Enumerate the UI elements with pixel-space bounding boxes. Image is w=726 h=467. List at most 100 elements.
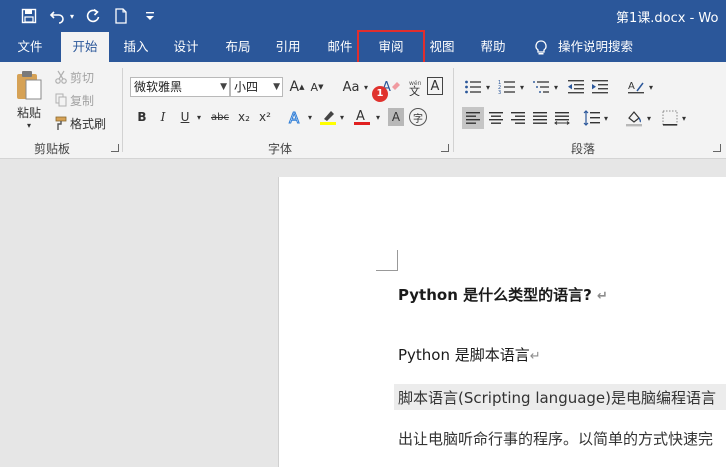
doc-heading-text: Python 是什么类型的语言? (398, 286, 592, 304)
paragraph-group-label: 段落 (571, 142, 596, 156)
phonetic-guide-icon[interactable]: wén 文 (406, 77, 422, 97)
svg-text:文: 文 (409, 84, 420, 96)
borders-dropdown-icon[interactable]: ▾ (680, 107, 688, 129)
strikethrough-button[interactable]: abc (209, 108, 231, 126)
character-border-button[interactable]: A (427, 77, 443, 95)
change-case-dropdown-icon[interactable]: ▾ (362, 77, 370, 97)
font-dialog-launcher[interactable] (441, 144, 449, 152)
tab-design[interactable]: 设计 (167, 32, 205, 62)
format-painter-button[interactable]: 格式刷 (70, 115, 110, 131)
font-color-icon[interactable]: A (352, 107, 372, 127)
bold-button[interactable]: B (134, 108, 150, 126)
format-painter-icon (54, 115, 68, 131)
ribbon-home: 粘贴 ▾ 剪切 复制 格式刷 剪贴板 微软雅黑 ▼ 小四 ▼ A ▲ A ▼ Aa … (0, 62, 726, 159)
svg-text:A: A (356, 109, 365, 124)
redo-icon[interactable] (84, 6, 102, 26)
tab-layout[interactable]: 布局 (219, 32, 257, 62)
paragraph-mark: ↵ (529, 349, 541, 364)
doc-paragraph[interactable]: 脚本语言(Scripting language)是电脑编程语言 (398, 387, 716, 408)
shading-icon[interactable] (624, 107, 644, 129)
cut-icon (54, 69, 68, 85)
subscript-button[interactable]: x₂ (235, 108, 253, 126)
doc-heading[interactable]: Python 是什么类型的语言? ↵ (398, 284, 608, 305)
text-effects-icon[interactable]: A (286, 107, 306, 127)
tab-insert[interactable]: 插入 (117, 32, 155, 62)
font-name-combo[interactable]: 微软雅黑 ▼ (130, 77, 230, 97)
font-size-value: 小四 (234, 80, 259, 94)
copy-icon (54, 92, 68, 108)
document-title: 第1课.docx - Wo (616, 11, 719, 26)
chevron-down-icon[interactable]: ▼ (273, 78, 280, 96)
review-tab-highlight (357, 30, 425, 64)
doc-paragraph[interactable]: Python 是脚本语言↵ (398, 344, 541, 365)
chinese-layout-dropdown-icon[interactable]: ▾ (647, 77, 655, 97)
tab-references[interactable]: 引用 (269, 32, 307, 62)
chinese-layout-icon[interactable]: A (626, 77, 646, 97)
tab-help[interactable]: 帮助 (474, 32, 512, 62)
underline-button[interactable]: U (177, 108, 193, 126)
change-case-button[interactable]: Aa (338, 77, 364, 97)
font-name-value: 微软雅黑 (134, 80, 183, 94)
font-size-combo[interactable]: 小四 ▼ (230, 77, 283, 97)
chevron-down-icon[interactable]: ▼ (220, 78, 227, 96)
copy-button[interactable]: 复制 (70, 92, 100, 108)
bullets-dropdown-icon[interactable]: ▾ (484, 77, 492, 97)
document-page[interactable] (278, 177, 726, 467)
align-center-icon[interactable] (486, 107, 506, 129)
paste-dropdown-icon[interactable]: ▾ (22, 120, 36, 130)
svg-text:A: A (289, 109, 300, 126)
customize-icon[interactable] (143, 6, 157, 26)
shrink-font-icon[interactable]: A ▼ (309, 77, 325, 97)
decrease-indent-icon[interactable] (566, 77, 586, 97)
distributed-icon[interactable] (552, 107, 572, 129)
paragraph-mark: ↵ (597, 289, 608, 304)
cut-button[interactable]: 剪切 (70, 69, 100, 85)
align-right-icon[interactable] (508, 107, 528, 129)
highlighter-dropdown-icon[interactable]: ▾ (338, 108, 346, 126)
paragraph-dialog-launcher[interactable] (713, 144, 721, 152)
multilevel-list-icon[interactable] (531, 77, 551, 97)
increase-indent-icon[interactable] (590, 77, 610, 97)
tab-view[interactable]: 视图 (423, 32, 461, 62)
doc-paragraph-text: Python 是脚本语言 (398, 346, 530, 364)
superscript-button[interactable]: x² (256, 108, 274, 126)
svg-text:A: A (628, 81, 635, 92)
underline-dropdown-icon[interactable]: ▾ (195, 108, 203, 126)
shading-dropdown-icon[interactable]: ▾ (645, 107, 653, 129)
font-color-dropdown-icon[interactable]: ▾ (374, 108, 382, 126)
doc-paragraph[interactable]: 出让电脑听命行事的程序。以简单的方式快速完 (398, 428, 713, 449)
font-group-label: 字体 (268, 142, 293, 156)
new-doc-icon[interactable] (113, 6, 129, 26)
step-badge: 1 (372, 86, 388, 102)
save-icon[interactable] (20, 6, 38, 26)
justify-icon[interactable] (530, 107, 550, 129)
tab-mailings[interactable]: 邮件 (321, 32, 359, 62)
clipboard-dialog-launcher[interactable] (111, 144, 119, 152)
group-separator (122, 68, 123, 152)
multilevel-dropdown-icon[interactable]: ▾ (552, 77, 560, 97)
undo-dropdown-icon[interactable]: ▾ (67, 6, 77, 26)
tell-me-search[interactable]: 操作说明搜索 (558, 32, 638, 62)
enclose-characters-button[interactable]: 字 (409, 108, 427, 126)
numbering-icon[interactable]: 123 (497, 77, 517, 97)
paste-button[interactable]: 粘贴 (12, 104, 46, 120)
text-effects-dropdown-icon[interactable]: ▾ (306, 108, 314, 126)
title-bar: ▾ 第1课.docx - Wo (0, 0, 726, 32)
align-left-icon[interactable] (462, 107, 484, 129)
paste-icon[interactable] (12, 68, 46, 102)
crop-mark (376, 270, 398, 271)
borders-icon[interactable] (660, 107, 680, 129)
italic-button[interactable]: I (155, 108, 171, 126)
highlighter-icon[interactable] (318, 107, 338, 127)
clipboard-group-label: 剪贴板 (34, 142, 71, 156)
line-spacing-dropdown-icon[interactable]: ▾ (602, 107, 610, 129)
tab-home[interactable]: 开始 (61, 32, 109, 62)
numbering-dropdown-icon[interactable]: ▾ (518, 77, 526, 97)
line-spacing-icon[interactable] (582, 107, 602, 129)
grow-font-icon[interactable]: A ▲ (289, 77, 305, 97)
bullets-icon[interactable] (463, 77, 483, 97)
character-shading-button[interactable]: A (388, 108, 404, 126)
tab-file[interactable]: 文件 (8, 32, 52, 62)
crop-mark (397, 250, 398, 270)
undo-icon[interactable] (48, 6, 66, 26)
